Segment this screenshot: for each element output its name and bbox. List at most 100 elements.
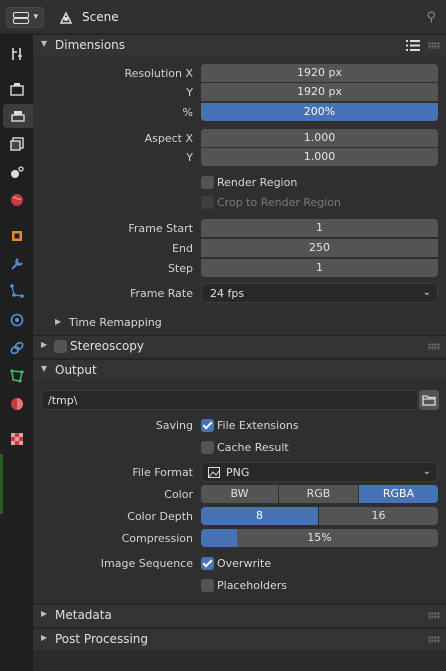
tool-icon[interactable] bbox=[4, 42, 30, 66]
properties-tabs bbox=[0, 34, 33, 671]
collapsed-arrow-icon: ▶ bbox=[41, 609, 48, 618]
render-icon[interactable] bbox=[4, 77, 30, 101]
stereoscopy-title: Stereoscopy bbox=[70, 339, 145, 353]
resolution-percent-label: % bbox=[182, 106, 193, 119]
resolution-x-label: Resolution X bbox=[124, 67, 193, 80]
time-remapping-subpanel[interactable]: ▶ Time Remapping bbox=[33, 313, 446, 333]
aspect-x-field[interactable]: 1.000 bbox=[201, 129, 438, 147]
aspect-y-label: Y bbox=[186, 151, 193, 164]
texture-icon[interactable] bbox=[4, 427, 30, 451]
output-path-row: /tmp\ bbox=[33, 390, 446, 410]
compression-slider[interactable]: 15% bbox=[201, 529, 438, 547]
compression-label: Compression bbox=[121, 532, 193, 545]
dimensions-body: Resolution X 1920 px Y 1920 px % 200% As… bbox=[33, 56, 446, 335]
render-region-checkbox[interactable] bbox=[201, 176, 214, 189]
material-icon[interactable] bbox=[4, 392, 30, 416]
color-label: Color bbox=[164, 488, 193, 501]
output-path-value: /tmp\ bbox=[48, 394, 78, 407]
output-body: /tmp\ Saving File Extensions Cache Resul… bbox=[33, 381, 446, 603]
post-processing-header[interactable]: ▶ Post Processing bbox=[33, 628, 446, 650]
output-title: Output bbox=[55, 363, 97, 377]
scene-props-icon[interactable] bbox=[4, 160, 30, 184]
color-depth-8-button[interactable]: 8 bbox=[201, 507, 319, 525]
frame-start-label: Frame Start bbox=[128, 222, 193, 235]
metadata-title: Metadata bbox=[55, 608, 112, 622]
chevron-down-icon: ▾ bbox=[33, 12, 38, 22]
modifier-icon[interactable] bbox=[4, 252, 30, 276]
compression-value: 15% bbox=[307, 531, 332, 544]
drag-handle-icon[interactable] bbox=[428, 636, 440, 643]
file-extensions-checkbox[interactable] bbox=[201, 419, 214, 432]
chevron-down-icon: ⌄ bbox=[422, 287, 431, 298]
color-bw-button[interactable]: BW bbox=[201, 485, 279, 503]
render-region-label[interactable]: Render Region bbox=[217, 176, 297, 189]
frame-end-field[interactable]: 250 bbox=[201, 239, 438, 257]
overwrite-checkbox[interactable] bbox=[201, 557, 214, 570]
drag-handle-icon[interactable] bbox=[428, 42, 440, 49]
pin-icon[interactable]: ⚲ bbox=[426, 10, 436, 25]
drag-handle-icon[interactable] bbox=[428, 612, 440, 619]
file-format-dropdown[interactable]: PNG ⌄ bbox=[201, 462, 438, 482]
folder-browse-button[interactable] bbox=[419, 390, 439, 410]
frame-step-field[interactable]: 1 bbox=[201, 259, 438, 277]
collapsed-arrow-icon: ▶ bbox=[41, 340, 48, 349]
aspect-x-label: Aspect X bbox=[144, 132, 193, 145]
time-remapping-title: Time Remapping bbox=[69, 316, 162, 329]
frame-step-label: Step bbox=[167, 262, 193, 275]
file-format-label: File Format bbox=[132, 466, 193, 479]
presets-icon[interactable] bbox=[406, 39, 420, 52]
placeholders-checkbox[interactable] bbox=[201, 579, 214, 592]
frame-rate-label: Frame Rate bbox=[130, 287, 193, 300]
resolution-percent-slider[interactable]: 200% bbox=[201, 103, 438, 121]
cache-result-label[interactable]: Cache Result bbox=[217, 441, 289, 454]
frame-end-label: End bbox=[172, 242, 193, 255]
aspect-y-field[interactable]: 1.000 bbox=[201, 148, 438, 166]
placeholders-label[interactable]: Placeholders bbox=[217, 579, 287, 592]
properties-header: ▾ Scene ⚲ bbox=[0, 0, 446, 34]
color-depth-label: Color Depth bbox=[127, 510, 193, 523]
frame-start-field[interactable]: 1 bbox=[201, 219, 438, 237]
output-path-field[interactable]: /tmp\ bbox=[41, 390, 418, 410]
world-icon[interactable] bbox=[4, 188, 30, 212]
color-depth-selector: 8 16 bbox=[201, 507, 438, 525]
expand-arrow-icon: ▼ bbox=[41, 364, 48, 373]
dimensions-title: Dimensions bbox=[55, 38, 126, 52]
data-icon[interactable] bbox=[4, 364, 30, 388]
resolution-y-field[interactable]: 1920 px bbox=[201, 83, 438, 101]
post-processing-title: Post Processing bbox=[55, 632, 148, 646]
editor-type-button[interactable]: ▾ bbox=[6, 7, 44, 28]
overwrite-label[interactable]: Overwrite bbox=[217, 557, 271, 570]
scene-icon bbox=[59, 11, 73, 24]
crop-region-checkbox bbox=[201, 196, 214, 209]
resolution-y-label: Y bbox=[186, 86, 193, 99]
color-rgb-button[interactable]: RGB bbox=[279, 485, 359, 503]
cache-result-checkbox[interactable] bbox=[201, 441, 214, 454]
saving-label: Saving bbox=[155, 419, 193, 432]
output-header[interactable]: ▼ Output bbox=[33, 359, 446, 381]
frame-rate-dropdown[interactable]: 24 fps ⌄ bbox=[201, 283, 438, 303]
properties-panel: ▼ Dimensions Resolution X 1920 px Y 1920… bbox=[33, 34, 446, 671]
viewport-edge bbox=[0, 454, 3, 514]
constraints-icon[interactable] bbox=[4, 336, 30, 360]
file-extensions-label[interactable]: File Extensions bbox=[217, 419, 299, 432]
object-icon[interactable] bbox=[4, 224, 30, 248]
image-icon bbox=[208, 467, 220, 478]
resolution-x-field[interactable]: 1920 px bbox=[201, 64, 438, 82]
properties-editor-icon bbox=[13, 12, 29, 24]
stereoscopy-checkbox[interactable] bbox=[54, 340, 67, 353]
frame-rate-value: 24 fps bbox=[210, 287, 245, 300]
physics-icon[interactable] bbox=[4, 308, 30, 332]
color-rgba-button[interactable]: RGBA bbox=[359, 485, 438, 503]
image-sequence-label: Image Sequence bbox=[100, 557, 193, 570]
view-layer-icon[interactable] bbox=[4, 132, 30, 156]
file-format-value: PNG bbox=[226, 466, 250, 479]
color-depth-16-button[interactable]: 16 bbox=[319, 507, 438, 525]
drag-handle-icon[interactable] bbox=[428, 343, 440, 350]
collapsed-arrow-icon: ▶ bbox=[55, 317, 62, 326]
scene-title: Scene bbox=[82, 10, 119, 24]
particles-icon[interactable] bbox=[4, 279, 30, 303]
dimensions-header[interactable]: ▼ Dimensions bbox=[33, 34, 446, 56]
metadata-header[interactable]: ▶ Metadata bbox=[33, 604, 446, 626]
stereoscopy-header[interactable]: ▶ Stereoscopy bbox=[33, 335, 446, 357]
output-icon[interactable] bbox=[3, 104, 33, 128]
